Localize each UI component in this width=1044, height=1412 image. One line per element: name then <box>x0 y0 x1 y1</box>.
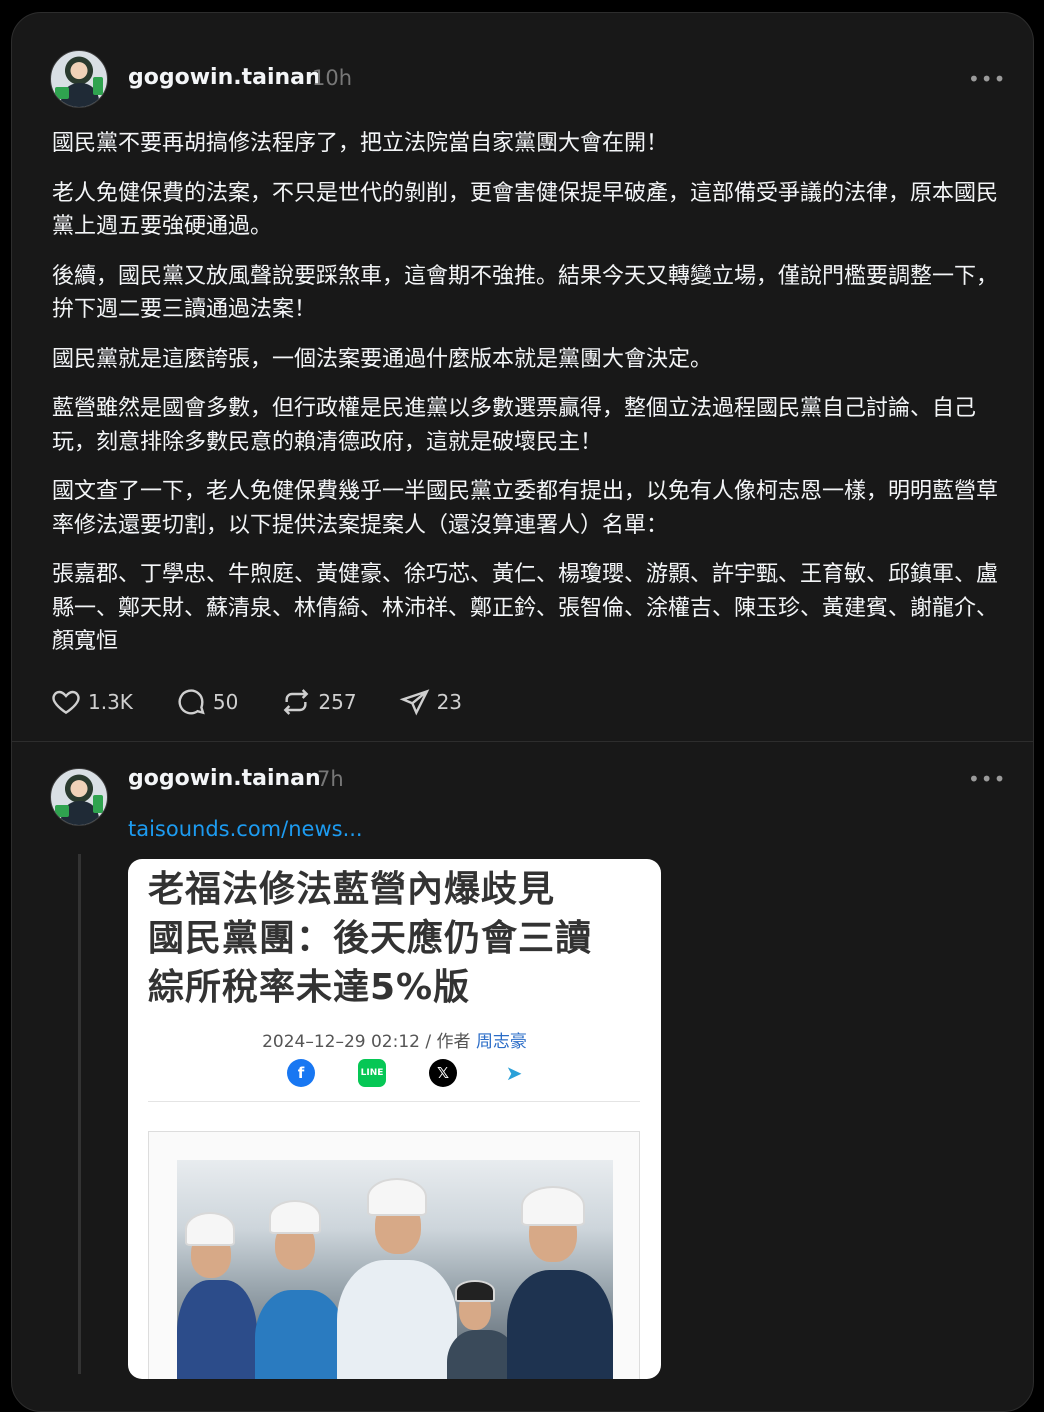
article-author: 周志豪 <box>475 1032 527 1052</box>
post: gogowin.tainan 10h ••• 國民黨不要再胡搞修法程序了，把立法… <box>12 13 1033 742</box>
line-icon: LINE <box>358 1059 386 1087</box>
headline-line: 綜所稅率未達5%版 <box>148 967 471 1008</box>
comment-count: 50 <box>212 690 239 714</box>
comment-icon <box>178 689 205 715</box>
more-options-icon[interactable]: ••• <box>968 67 1006 91</box>
post-actions: 1.3K 50 257 23 <box>50 685 504 719</box>
post-body: 國民黨不要再胡搞修法程序了，把立法院當自家黨團大會在開！ 老人免健保費的法案，不… <box>52 127 1002 675</box>
comment-button[interactable]: 50 <box>175 686 238 718</box>
article-photo-frame <box>148 1131 640 1379</box>
like-button[interactable]: 1.3K <box>50 686 133 718</box>
username[interactable]: gogowin.tainan <box>128 766 321 791</box>
post-paragraph: 老人免健保費的法案，不只是世代的剝削，更會害健保提早破產，這部備受爭議的法律，原… <box>52 180 999 240</box>
repost-count: 257 <box>318 690 357 714</box>
article-meta: 2024–12–29 02:12 / 作者 周志豪 <box>128 1027 661 1052</box>
divider <box>148 1101 640 1102</box>
post-time: 7h <box>317 767 344 791</box>
send-icon <box>399 689 429 716</box>
post-paragraph: 國文查了一下，老人免健保費幾乎一半國民黨立委都有提出，以免有人像柯志恩一樣，明明… <box>52 479 999 538</box>
telegram-icon: ➤ <box>505 1061 523 1085</box>
share-count: 23 <box>436 690 463 714</box>
post-paragraph: 國民黨不要再胡搞修法程序了，把立法院當自家黨團大會在開！ <box>52 131 669 156</box>
post-paragraph: 張嘉郡、丁學忠、牛煦庭、黃健豪、徐巧芯、黃仁、楊瓊瓔、游顥、許宇甄、王育敏、邱鎮… <box>52 562 999 654</box>
avatar[interactable] <box>50 50 108 108</box>
heart-icon <box>52 690 80 715</box>
headline-line: 老福法修法藍營內爆歧見 <box>148 869 556 910</box>
avatar[interactable] <box>50 768 108 826</box>
repost-icon <box>284 689 309 715</box>
post-link[interactable]: taisounds.com/news... <box>128 817 363 841</box>
post-paragraph: 藍營雖然是國會多數，但行政權是民進黨以多數選票贏得，整個立法過程國民黨自己討論、… <box>52 396 977 455</box>
article-headline: 老福法修法藍營內爆歧見 國民黨團：後天應仍會三讀 綜所稅率未達5%版 <box>148 865 648 1012</box>
post-paragraph: 後續，國民黨又放風聲說要踩煞車，這會期不強推。結果今天又轉變立場，僅說門檻要調整… <box>52 263 999 323</box>
post-time: 10h <box>312 66 353 90</box>
repost-button[interactable]: 257 <box>280 686 357 718</box>
more-options-icon[interactable]: ••• <box>968 767 1006 791</box>
article-date: 2024–12–29 02:12 / 作者 <box>262 1032 471 1052</box>
username[interactable]: gogowin.tainan <box>128 65 321 90</box>
article-photo <box>177 1160 613 1379</box>
headline-line: 國民黨團：後天應仍會三讀 <box>148 918 593 959</box>
like-count: 1.3K <box>88 690 133 714</box>
thread-line <box>78 854 81 1374</box>
feed-card: gogowin.tainan 10h ••• 國民黨不要再胡搞修法程序了，把立法… <box>11 12 1034 1412</box>
facebook-icon: f <box>287 1059 315 1087</box>
x-icon: 𝕏 <box>429 1059 457 1087</box>
link-preview-image[interactable]: 老福法修法藍營內爆歧見 國民黨團：後天應仍會三讀 綜所稅率未達5%版 2024–… <box>128 859 661 1379</box>
share-button[interactable]: 23 <box>399 686 462 718</box>
post-paragraph: 國民黨就是這麼誇張，一個法案要通過什麼版本就是黨團大會決定。 <box>52 346 713 372</box>
